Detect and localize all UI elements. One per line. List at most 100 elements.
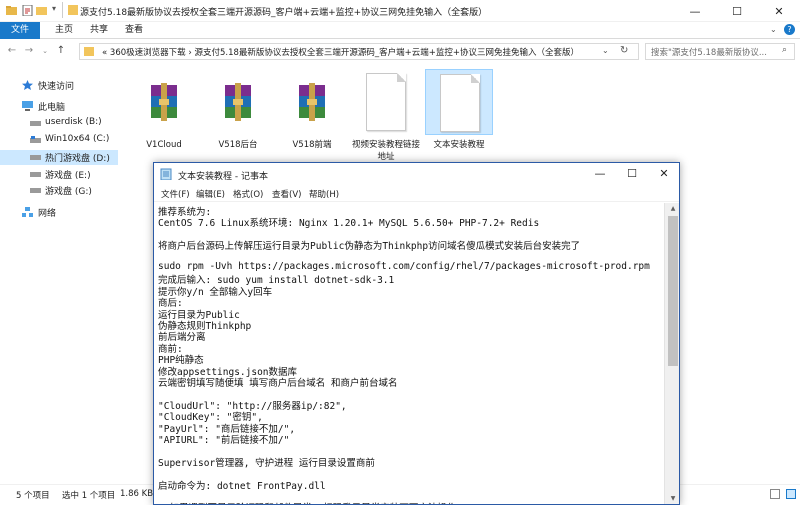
scroll-down-arrow-icon[interactable]: ▼ [668,494,678,504]
notepad-maximize-button[interactable]: ☐ [616,163,648,185]
folder-icon [68,5,78,15]
up-arrow-icon[interactable]: ↑ [54,44,68,58]
large-icons-view-icon[interactable] [786,489,796,499]
rar-archive-icon [299,83,325,121]
file-thumbnail [130,69,198,135]
scroll-up-arrow-icon[interactable]: ▲ [668,204,678,214]
title-divider [62,2,63,18]
notepad-menubar: 文件(F) 编辑(E) 格式(O) 查看(V) 帮助(H) [154,185,679,202]
forward-arrow-icon[interactable]: → [22,44,36,58]
selection-count: 选中 1 个项目 [62,491,116,501]
file-item[interactable]: V1Cloud [128,69,200,151]
explorer-titlebar: ▾ 源支付5.18最新版协议去授权全套三端开源源码_客户端+云端+监控+协议三网… [0,0,800,22]
nav-label: 此电脑 [38,103,66,113]
breadcrumb-segment[interactable]: 360极速浏览器下载 [110,48,186,58]
folder-icon [84,47,94,56]
notepad-text-line: 云端密钥填写随便填 填写商户后台域名 和商户前台域名 [158,378,398,389]
breadcrumb-chevron[interactable]: « [102,48,107,58]
quick-access-dropdown-icon[interactable]: ▾ [52,4,56,13]
file-item[interactable]: 视频安装教程链接地址 [350,69,422,163]
address-bar[interactable]: « 360极速浏览器下载 › 源支付5.18最新版协议去授权全套三端开源源码_客… [79,43,639,60]
search-icon[interactable]: ⌕ [782,45,787,55]
nav-drive-e[interactable]: 游戏盘 (E:) [0,167,118,182]
notepad-text-area[interactable]: 推荐系统为: CentOS 7.6 Linux系统环境: Nginx 1.20.1… [156,203,664,504]
text-document-icon [366,73,406,131]
ribbon-tabs: 文件 主页 共享 查看 ⌄ ? [0,22,800,39]
drive-icon [30,188,41,193]
address-dropdown-icon[interactable]: ⌄ [602,46,609,55]
help-icon[interactable]: ? [784,24,795,35]
drive-icon [30,155,41,160]
menu-help[interactable]: 帮助(H) [309,188,339,200]
notepad-text-line: CentOS 7.6 Linux系统环境: Nginx 1.20.1+ MySQ… [158,218,540,230]
nav-label: 热门游戏盘 (D:) [45,154,110,164]
file-name: V518前端 [292,140,332,150]
file-item-selected[interactable]: 文本安装教程 [423,69,495,151]
file-item[interactable]: V518后台 [202,69,274,151]
notepad-minimize-button[interactable]: — [584,163,616,185]
network-icon [22,207,33,217]
refresh-icon[interactable]: ↻ [620,45,628,56]
computer-icon [22,101,33,111]
nav-quick-access[interactable]: 快速访问 [0,78,118,93]
selection-size: 1.86 KB [120,489,154,499]
new-folder-icon[interactable] [36,5,47,16]
notepad-close-button[interactable]: ✕ [648,163,679,185]
search-input[interactable]: 搜索"源支付5.18最新版协议... ⌕ [645,43,795,60]
scrollbar-thumb[interactable] [668,216,678,366]
file-name: 视频安装教程链接地址 [351,140,420,162]
nav-drive-b[interactable]: userdisk (B:) [0,116,118,131]
notepad-scrollbar[interactable]: ▲ ▼ [664,203,679,504]
file-name: V518后台 [218,140,258,150]
notepad-text-line: 将商户后台源码上传解压运行目录为Public伪静态为Thinkphp访问域名傻瓜… [158,241,581,253]
breadcrumb-segment[interactable]: 源支付5.18最新版协议去授权全套三端开源源码_客户端+云端+监控+协议三网免挂… [194,48,579,58]
menu-edit[interactable]: 编辑(E) [196,188,225,200]
star-icon [22,80,33,90]
nav-network[interactable]: 网络 [0,205,118,220]
notepad-text-line: sudo rpm -Uvh https://packages.microsoft… [158,261,650,272]
tab-home[interactable]: 主页 [55,22,73,39]
nav-label: 快速访问 [38,82,75,92]
rar-archive-icon [225,83,251,121]
nav-label: 游戏盘 (G:) [45,187,92,197]
nav-label: Win10x64 (C:) [45,134,110,144]
nav-drive-c[interactable]: Win10x64 (C:) [0,133,118,148]
explorer-scrollbar[interactable] [784,63,800,483]
file-name: 文本安装教程 [433,140,485,150]
expand-ribbon-icon[interactable]: ⌄ [770,25,777,34]
file-thumbnail [278,69,346,135]
window-title: 源支付5.18最新版协议去授权全套三端开源源码_客户端+云端+监控+协议三网免挂… [80,8,488,18]
windows-drive-icon [30,136,41,143]
menu-view[interactable]: 查看(V) [272,188,301,200]
nav-drive-d[interactable]: 热门游戏盘 (D:) [0,150,118,165]
minimize-button[interactable]: — [674,0,716,22]
item-count: 5 个项目 [16,491,50,501]
nav-drive-g[interactable]: 游戏盘 (G:) [0,183,118,198]
nav-label: 游戏盘 (E:) [45,171,91,181]
folder-app-icon [6,6,17,15]
tab-share[interactable]: 共享 [90,22,108,39]
menu-format[interactable]: 格式(O) [233,188,263,200]
recent-locations-icon[interactable]: ⌄ [38,44,52,58]
navigation-pane: 快速访问 此电脑 userdisk (B:) Win10x64 (C:) 热门游… [0,63,118,483]
breadcrumb[interactable]: « 360极速浏览器下载 › 源支付5.18最新版协议去授权全套三端开源源码_客… [102,46,579,58]
close-button[interactable]: ✕ [758,0,800,22]
menu-file[interactable]: 文件(F) [161,188,190,200]
tab-view[interactable]: 查看 [125,22,143,39]
nav-this-pc[interactable]: 此电脑 [0,99,118,114]
notepad-icon [160,168,172,180]
notepad-text-line: "APIURL": "前后链接不加/" [158,435,290,446]
search-placeholder: 搜索"源支付5.18最新版协议... [651,48,767,58]
notepad-titlebar: 文本安装教程 - 记事本 — ☐ ✕ [154,163,679,185]
file-name: V1Cloud [146,140,182,150]
file-item[interactable]: V518前端 [276,69,348,151]
tab-file[interactable]: 文件 [0,22,40,39]
details-view-icon[interactable] [770,489,780,499]
back-arrow-icon[interactable]: ← [5,44,19,58]
properties-icon[interactable] [22,5,33,16]
breadcrumb-separator: › [188,48,192,58]
rar-archive-icon [151,83,177,121]
drive-icon [30,172,41,177]
maximize-button[interactable]: ☐ [716,0,758,22]
notepad-window: 文本安装教程 - 记事本 — ☐ ✕ 文件(F) 编辑(E) 格式(O) 查看(… [153,162,680,505]
